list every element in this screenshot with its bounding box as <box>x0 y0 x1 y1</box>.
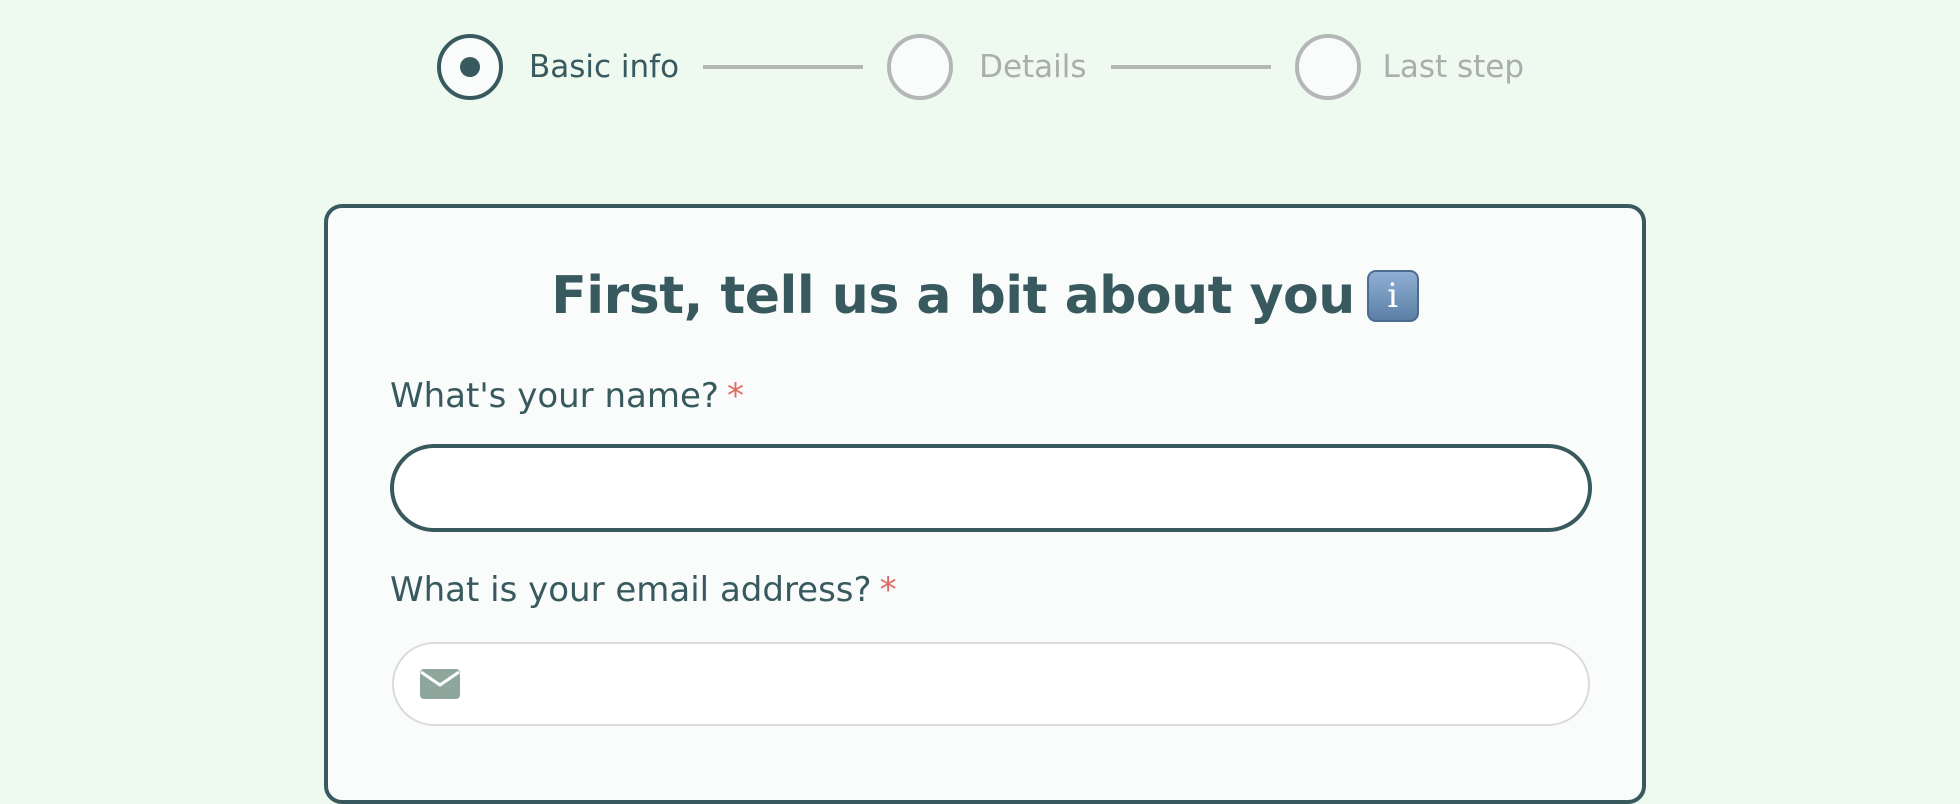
email-field[interactable] <box>392 642 1590 726</box>
email-label-text: What is your email address? <box>390 570 872 610</box>
step-connector-2 <box>1110 65 1271 69</box>
step-3-indicator[interactable] <box>1294 34 1361 100</box>
envelope-icon <box>420 669 460 699</box>
info-icon: i <box>1366 270 1419 322</box>
email-input[interactable] <box>478 644 1572 726</box>
step-1-label: Basic info <box>529 49 680 85</box>
step-3-label: Last step <box>1382 49 1525 85</box>
required-asterisk: * <box>879 570 897 610</box>
form-card: First, tell us a bit about you i What's … <box>324 204 1646 804</box>
required-asterisk: * <box>726 376 744 416</box>
step-connector-1 <box>703 65 864 69</box>
name-label-text: What's your name? <box>390 376 719 416</box>
form-title-text: First, tell us a bit about you <box>551 266 1355 326</box>
name-input[interactable] <box>390 444 1592 532</box>
form-title: First, tell us a bit about you i <box>328 266 1642 326</box>
active-step-dot <box>460 57 480 77</box>
step-1-indicator[interactable] <box>437 34 503 100</box>
name-field-label: What's your name? * <box>390 376 744 416</box>
email-field-label: What is your email address? * <box>390 570 897 610</box>
progress-stepper: Basic info Details Last step <box>437 34 1524 100</box>
step-2-label: Details <box>979 49 1087 85</box>
step-2-indicator[interactable] <box>887 34 954 100</box>
